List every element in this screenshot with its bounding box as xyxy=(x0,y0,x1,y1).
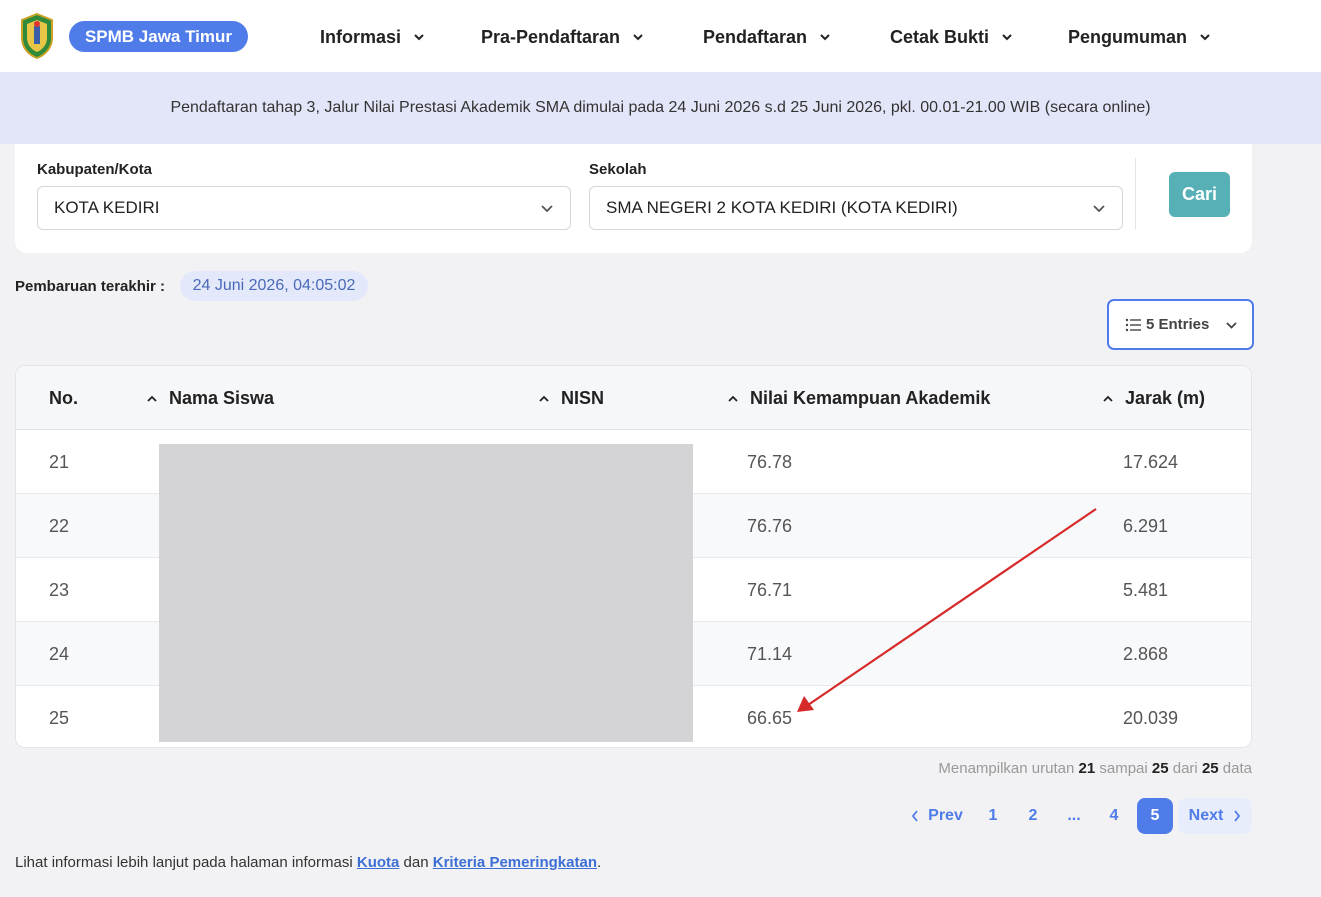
kuota-link[interactable]: Kuota xyxy=(357,854,400,871)
summary-from: 21 xyxy=(1078,760,1096,777)
column-header-no: No. xyxy=(49,388,78,409)
pagination-prev[interactable]: Prev xyxy=(905,798,969,834)
cell-nilai: 66.65 xyxy=(747,708,793,728)
footer-text: Lihat informasi lebih lanjut pada halama… xyxy=(15,854,353,871)
pagination-ellipsis: ... xyxy=(1067,807,1081,824)
east-java-emblem-icon[interactable] xyxy=(18,12,56,60)
sort-asc-icon xyxy=(539,395,549,402)
footer-text: . xyxy=(596,854,602,871)
pagination-next[interactable]: Next xyxy=(1178,798,1252,834)
summary-text: sampai xyxy=(1099,760,1148,777)
sekolah-label: Sekolah xyxy=(589,161,647,178)
entries-per-page-select[interactable]: 5 Entries xyxy=(1107,299,1254,350)
last-update-label: Pembaruan terakhir : xyxy=(15,278,166,295)
cell-jarak: 20.039 xyxy=(1123,708,1179,728)
nav-label: Pengumuman xyxy=(1068,26,1188,47)
cell-jarak: 17.624 xyxy=(1123,452,1179,472)
cell-no: 22 xyxy=(49,516,70,536)
column-label: Jarak (m) xyxy=(1125,388,1206,408)
chevron-left-icon xyxy=(911,810,918,822)
cell-nilai: 76.78 xyxy=(747,452,793,472)
cell-nilai: 71.14 xyxy=(747,644,793,664)
nav-label: Pendaftaran xyxy=(703,26,808,47)
cell-no: 24 xyxy=(49,644,70,664)
column-label: Nilai Kemampuan Akademik xyxy=(750,388,991,408)
ranking-table: No. Nama Siswa NISN Nilai Kemampuan Akad… xyxy=(15,365,1252,748)
column-label: NISN xyxy=(561,388,605,408)
entries-label: 5 Entries xyxy=(1146,316,1210,333)
cell-no: 25 xyxy=(49,708,70,728)
sekolah-value: SMA NEGERI 2 KOTA KEDIRI (KOTA KEDIRI) xyxy=(606,198,958,217)
chevron-down-icon xyxy=(1002,34,1012,41)
chevron-down-icon xyxy=(1093,205,1105,213)
cell-no: 21 xyxy=(49,452,70,472)
summary-text: dari xyxy=(1172,760,1198,777)
announcement-banner: Pendaftaran tahap 3, Jalur Nilai Prestas… xyxy=(0,72,1321,144)
column-label: Nama Siswa xyxy=(169,388,275,408)
pagination-summary: Menampilkan urutan 21 sampai 25 dari 25 … xyxy=(938,760,1252,777)
cell-nilai: 76.71 xyxy=(747,580,793,600)
divider xyxy=(1135,158,1136,230)
chevron-down-icon xyxy=(820,34,830,41)
chevron-down-icon xyxy=(414,34,424,41)
list-icon xyxy=(1125,318,1141,331)
chevron-down-icon xyxy=(633,34,643,41)
footer-note: Lihat informasi lebih lanjut pada halama… xyxy=(15,854,601,871)
nav-pra-pendaftaran[interactable]: Pra-Pendaftaran xyxy=(481,24,644,50)
cell-jarak: 2.868 xyxy=(1123,644,1169,664)
announcement-text: Pendaftaran tahap 3, Jalur Nilai Prestas… xyxy=(170,99,1151,116)
pagination-page-4[interactable]: 4 xyxy=(1098,798,1130,834)
cell-no: 23 xyxy=(49,580,70,600)
column-header-nilai[interactable]: Nilai Kemampuan Akademik xyxy=(728,388,990,409)
summary-total: 25 xyxy=(1201,760,1219,777)
column-label: No. xyxy=(49,388,78,408)
summary-to: 25 xyxy=(1151,760,1169,777)
kriteria-link[interactable]: Kriteria Pemeringkatan xyxy=(433,854,597,871)
chevron-down-icon xyxy=(1200,34,1210,41)
prev-label: Prev xyxy=(928,807,963,824)
column-header-jarak[interactable]: Jarak (m) xyxy=(1103,388,1205,409)
table-header: No. Nama Siswa NISN Nilai Kemampuan Akad… xyxy=(16,366,1251,430)
pagination-page-2[interactable]: 2 xyxy=(1017,798,1049,834)
nav-informasi[interactable]: Informasi xyxy=(320,24,425,50)
sort-asc-icon xyxy=(147,395,157,402)
chevron-down-icon xyxy=(541,205,553,213)
summary-text: data xyxy=(1222,760,1252,777)
cell-jarak: 5.481 xyxy=(1123,580,1169,600)
chevron-down-icon xyxy=(1226,322,1237,329)
sekolah-select[interactable]: SMA NEGERI 2 KOTA KEDIRI (KOTA KEDIRI) xyxy=(589,186,1123,230)
cell-jarak: 6.291 xyxy=(1123,516,1169,536)
footer-text: dan xyxy=(403,854,429,871)
chevron-right-icon xyxy=(1234,810,1241,822)
nav-label: Pra-Pendaftaran xyxy=(481,26,621,47)
sort-asc-icon xyxy=(1103,395,1113,402)
column-header-nama[interactable]: Nama Siswa xyxy=(147,388,274,409)
kabupaten-value: KOTA KEDIRI xyxy=(54,198,160,217)
next-label: Next xyxy=(1188,807,1224,824)
nav-pendaftaran[interactable]: Pendaftaran xyxy=(703,24,831,50)
kabupaten-label: Kabupaten/Kota xyxy=(37,161,153,178)
kabupaten-select[interactable]: KOTA KEDIRI xyxy=(37,186,571,230)
column-header-nisn[interactable]: NISN xyxy=(539,388,604,409)
pagination-page-1[interactable]: 1 xyxy=(977,798,1009,834)
redacted-name-nisn-block xyxy=(159,444,693,742)
last-update-badge: 24 Juni 2026, 04:05:02 xyxy=(180,271,368,301)
pagination-page-5-active[interactable]: 5 xyxy=(1137,798,1173,834)
nav-label: Cetak Bukti xyxy=(890,26,990,47)
brand-badge[interactable]: SPMB Jawa Timur xyxy=(69,21,248,52)
top-navbar: SPMB Jawa Timur Informasi Pra-Pendaftara… xyxy=(0,0,1321,72)
cell-nilai: 76.76 xyxy=(747,516,793,536)
nav-label: Informasi xyxy=(320,26,402,47)
nav-cetak-bukti[interactable]: Cetak Bukti xyxy=(890,24,1013,50)
search-button[interactable]: Cari xyxy=(1169,172,1230,217)
sort-asc-icon xyxy=(728,395,738,402)
summary-text: Menampilkan urutan xyxy=(938,760,1075,777)
nav-pengumuman[interactable]: Pengumuman xyxy=(1068,24,1211,50)
